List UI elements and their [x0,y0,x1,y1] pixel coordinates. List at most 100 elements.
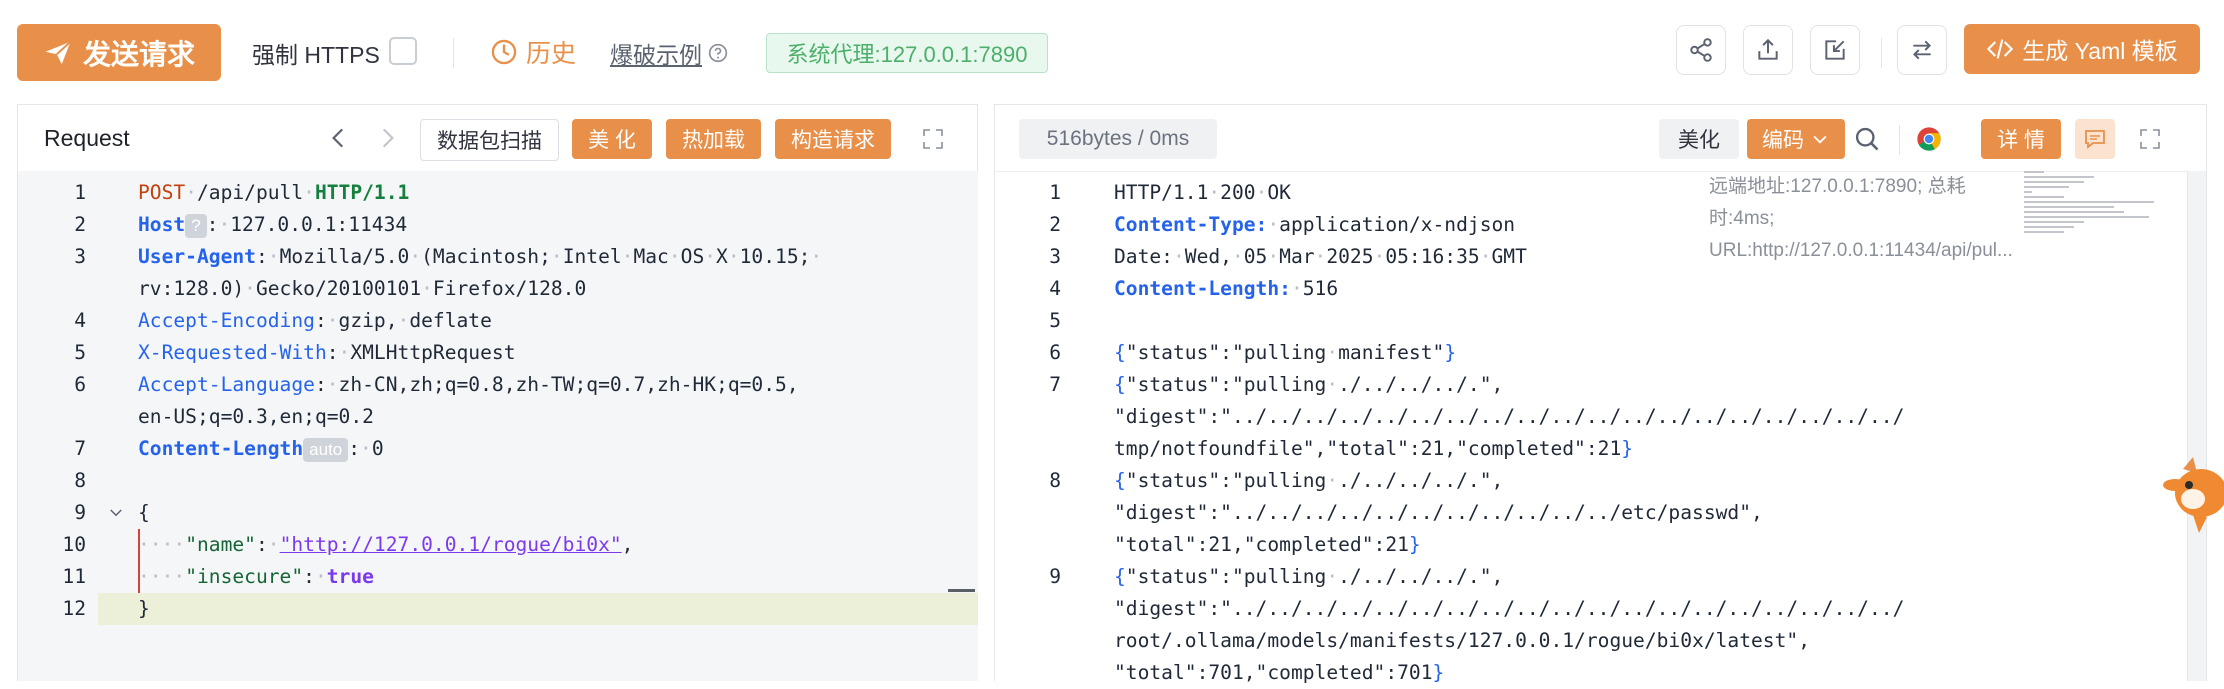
code-token: : [303,565,315,588]
code-token: · [267,245,280,268]
code-token: · [1373,245,1386,268]
code-token: root/.ollama/models/manifests/127.0.0.1/… [1114,629,1810,652]
code-token: · [244,277,256,300]
clock-icon [491,39,517,65]
code-token: application/x-ndjson [1279,213,1516,236]
history-button[interactable]: 历史 [490,34,576,70]
code-token: OK [1267,181,1291,204]
line-content: {"status":"pulling·./../../../.", [1114,561,1503,593]
code-token: "digest":"../../../../../../../../../../… [1114,405,1905,428]
code-token: "status":"pulling [1125,373,1327,396]
inline-hint-badge: ? [185,213,207,238]
code-token: · [326,373,339,396]
code-token: "digest":"../../../../../../../../../../… [1114,501,1763,524]
indent-guide [138,529,140,593]
line-content: ····"insecure":·true [138,561,374,593]
send-request-button[interactable]: 发送请求 [17,24,221,81]
encoding-dropdown[interactable]: 编码 [1747,119,1845,159]
swap-icon [1913,40,1931,60]
code-token: 10.15; [739,245,811,268]
response-viewer[interactable]: 远端地址:127.0.0.1:7890; 总耗时:4ms; URL:http:/… [995,171,2206,684]
line-number: 7 [74,437,86,460]
history-forward-button[interactable] [374,125,400,151]
force-https-checkbox[interactable] [389,37,417,65]
line-number: 9 [74,501,86,524]
line-number: 1 [1049,181,1061,204]
code-token: { [1114,565,1126,588]
code-token: "insecure" [185,565,304,588]
code-token: GMT [1491,245,1527,268]
burst-example-link[interactable]: 爆破示例 [610,36,728,70]
code-token: } [1444,341,1457,364]
share-button[interactable] [1676,25,1726,75]
force-https-label: 强制 HTTPS [252,42,380,68]
export-button[interactable] [1743,25,1793,75]
share-icon [1690,38,1712,62]
line-number: 6 [74,373,86,396]
hot-reload-button[interactable]: 热加载 [666,119,761,159]
code-token: /api/pull [196,181,304,204]
code-token: deflate [409,309,492,332]
code-token: OS [680,245,705,268]
code-token: · [621,245,634,268]
search-response-button[interactable] [1853,125,1881,153]
response-scrollbar[interactable] [2187,171,2206,681]
line-content: "total":21,"completed":21} [1114,529,1421,561]
beautify-request-button[interactable]: 美 化 [572,119,652,159]
details-button[interactable]: 详 情 [1981,119,2061,159]
code-token: · [218,213,231,236]
code-token: · [1172,245,1185,268]
scrollbar-marker [948,589,975,592]
generate-yaml-template-button[interactable]: 生成 Yaml 模板 [1964,24,2200,74]
request-editor[interactable]: 1 POST·/api/pull·HTTP/1.1 2 Host?:·127.0.0.… [18,171,978,681]
code-token: · [1290,277,1303,300]
code-token: zh-CN,zh;q=0.8,zh-TW;q=0.7,zh-HK;q=0.5, [338,373,799,396]
code-token: 127.0.0.1:11434 [230,213,408,236]
code-token: : [255,245,268,268]
line-content: ····"name":·"http://127.0.0.1/rogue/bi0x… [138,529,633,561]
fold-toggle[interactable] [107,504,125,522]
packet-scan-button[interactable]: 数据包扫描 [420,119,559,161]
line-content: X-Requested-With:·XMLHttpRequest [138,337,516,369]
code-token: 516 [1302,277,1339,300]
chevron-right-icon [382,128,394,148]
expand-response-button[interactable] [2138,127,2162,151]
expand-request-button[interactable] [921,127,945,151]
code-token: · [185,181,197,204]
code-token: { [1114,373,1126,396]
code-token: · [550,245,563,268]
build-request-button[interactable]: 构造请求 [775,119,891,159]
system-proxy-badge[interactable]: 系统代理:127.0.0.1:7890 [766,33,1048,73]
line-number: 6 [1049,341,1061,364]
generate-yaml-template-label: 生成 Yaml 模板 [2022,38,2178,64]
search-icon [1855,127,1879,151]
code-token: : [255,533,268,556]
response-minimap[interactable] [2024,171,2164,241]
comment-button[interactable] [2075,119,2115,159]
line-content: } [138,593,150,625]
code-token: Mozilla/5.0 [279,245,410,268]
line-content: "digest":"../../../../../../../../../../… [1114,593,1904,625]
code-token: · [668,245,681,268]
code-token: · [267,533,280,556]
open-in-chrome-button[interactable] [1915,125,1943,153]
fox-mascot-icon [2163,457,2224,533]
code-token: : [348,437,361,460]
response-panel: 516bytes / 0ms 美化 编码 详 情 远端地址:127.0.0.1:… [994,104,2207,684]
code-token: ./../../../.", [1338,565,1504,588]
code-token: : [314,373,327,396]
code-token: · [1314,245,1327,268]
history-back-button[interactable] [326,125,352,151]
line-number: 5 [74,341,86,364]
line-number: 10 [62,533,86,556]
chevron-down-icon [1813,135,1827,144]
code-token: tmp/notfoundfile","total":21,"completed"… [1114,437,1622,460]
code-token: 2025 [1326,245,1374,268]
code-token: gzip, [338,309,398,332]
swap-button[interactable] [1897,25,1947,75]
beautify-response-button[interactable]: 美化 [1659,119,1739,159]
expand-icon [2140,129,2160,149]
import-button[interactable] [1810,25,1860,75]
code-token: · [303,181,315,204]
code-token: ···· [138,533,186,556]
